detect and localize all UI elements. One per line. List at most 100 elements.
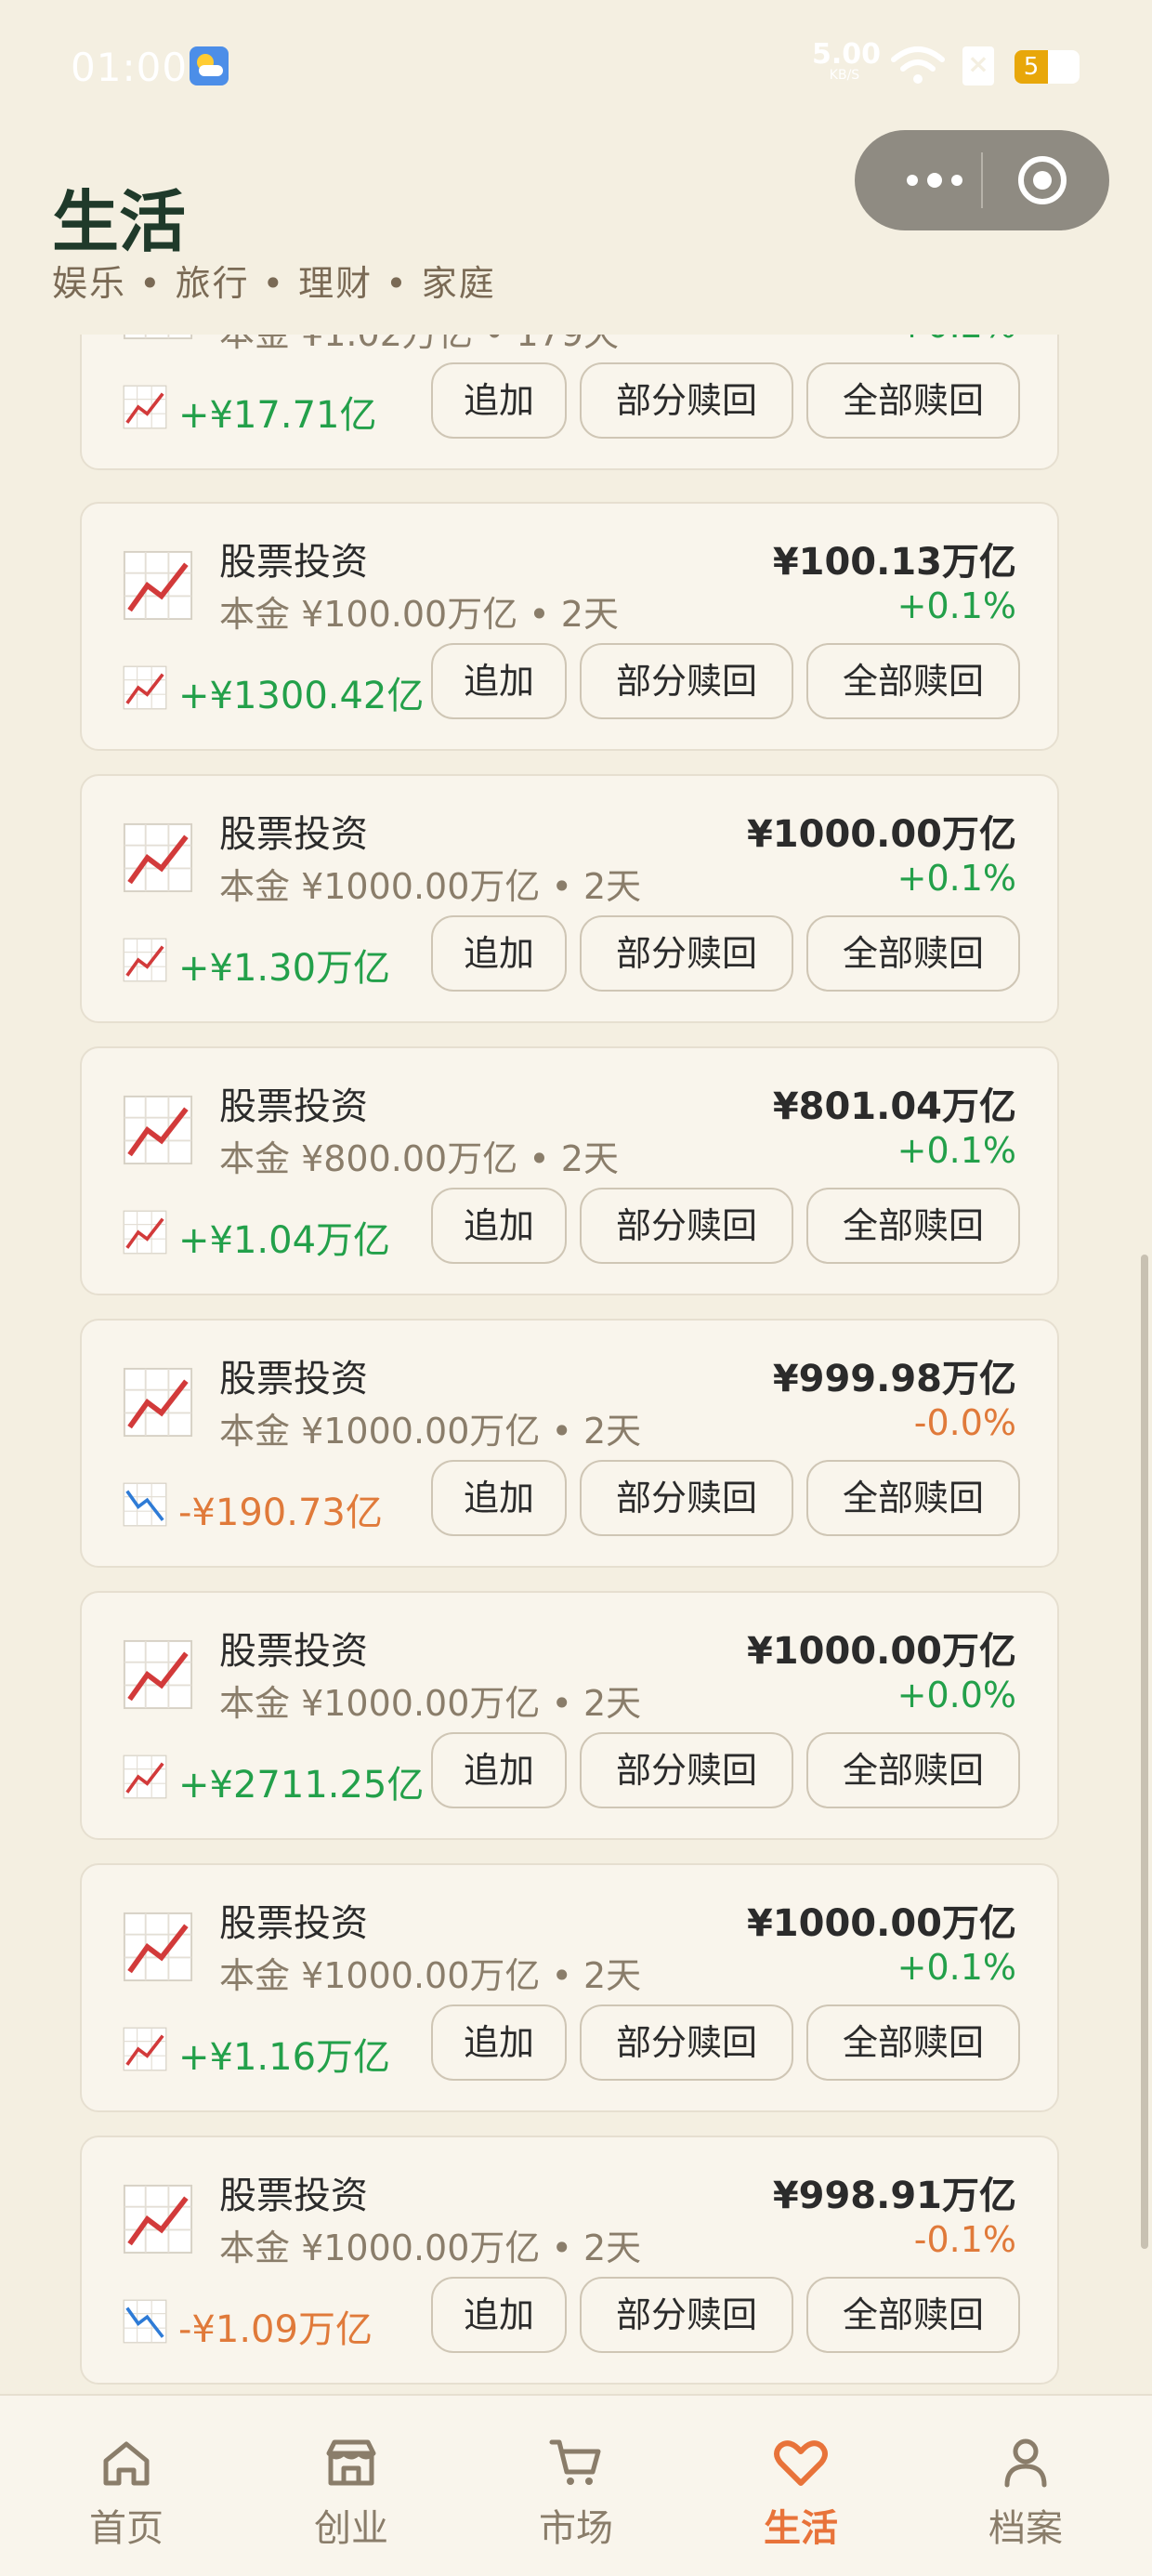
status-time: 01:00 <box>71 45 189 90</box>
partial-redeem-button[interactable]: 部分赎回 <box>580 2004 793 2081</box>
chart-down-icon <box>123 1482 167 1527</box>
investment-list[interactable]: 本金 ¥1.02万亿 • 179天+0.2%+¥17.71亿追加部分赎回全部赎回… <box>0 335 1152 2394</box>
partial-redeem-button[interactable]: 部分赎回 <box>580 1188 793 1264</box>
add-button[interactable]: 追加 <box>431 643 567 719</box>
network-speed-unit: KB/S <box>829 68 860 83</box>
add-button[interactable]: 追加 <box>431 2004 567 2081</box>
tab-profile-label: 档案 <box>988 2507 1063 2550</box>
investment-gain: +¥1300.42亿 <box>178 675 425 717</box>
chart-up-icon <box>123 665 167 710</box>
add-button[interactable]: 追加 <box>431 1460 567 1536</box>
page-subtitle: 娱乐 • 旅行 • 理财 • 家庭 <box>52 263 496 304</box>
investment-card: 股票投资本金 ¥1000.00万亿 • 2天 ¥1000.00万亿 +0.0% +¥2… <box>80 1591 1059 1840</box>
chart-up-icon <box>123 2184 193 2254</box>
full-redeem-button[interactable]: 全部赎回 <box>806 915 1020 992</box>
full-redeem-button[interactable]: 全部赎回 <box>806 1188 1020 1264</box>
store-icon <box>326 2439 376 2486</box>
add-button[interactable]: 追加 <box>431 362 567 439</box>
investment-value: ¥1000.00万亿 <box>746 1630 1016 1673</box>
investment-gain: +¥17.71亿 <box>178 394 377 437</box>
partial-redeem-button[interactable]: 部分赎回 <box>580 643 793 719</box>
investment-card: 股票投资 本金 ¥100.00万亿 • 2天 ¥100.13万亿 +0.1% +¥130… <box>80 502 1059 751</box>
investment-value: ¥801.04万亿 <box>772 1085 1016 1128</box>
page-title: 生活 <box>52 182 187 261</box>
investment-principal: 本金 ¥800.00万亿 • 2天 <box>219 1138 619 1179</box>
status-bar: 01:00 5.00 KB/S 5 <box>0 0 1152 139</box>
close-target-icon[interactable] <box>1018 156 1067 204</box>
more-icon[interactable] <box>886 130 983 230</box>
capsule-divider <box>981 152 983 208</box>
investment-value: ¥998.91万亿 <box>772 2175 1016 2217</box>
investment-principal: 本金 ¥1000.00万亿 • 2天 <box>219 1955 642 1996</box>
chart-up-icon <box>123 1639 193 1710</box>
network-speed: 5.00 KB/S <box>812 38 882 83</box>
investment-return-pct: +0.1% <box>897 585 1016 626</box>
investment-principal: 本金 ¥1000.00万亿 • 2天 <box>219 1411 642 1452</box>
tab-life[interactable]: 生活 <box>717 2433 884 2563</box>
add-button[interactable]: 追加 <box>431 1188 567 1264</box>
investment-value: ¥1000.00万亿 <box>746 813 1016 856</box>
sim-icon <box>962 46 994 85</box>
full-redeem-button[interactable]: 全部赎回 <box>806 1460 1020 1536</box>
network-speed-value: 5.00 <box>812 38 882 71</box>
investment-principal: 本金 ¥100.00万亿 • 2天 <box>219 594 619 635</box>
chart-up-icon <box>123 822 193 893</box>
add-button[interactable]: 追加 <box>431 915 567 992</box>
chart-up-icon <box>123 1367 193 1438</box>
full-redeem-button[interactable]: 全部赎回 <box>806 643 1020 719</box>
investment-name: 股票投资 <box>219 1630 368 1673</box>
investment-card: 股票投资 本金 ¥1000.00万亿 • 2天 ¥1000.00万亿 +0.1% +¥1… <box>80 1863 1059 2112</box>
investment-principal: 本金 ¥1000.00万亿 • 2天 <box>219 2228 642 2268</box>
investment-gain: +¥1.16万亿 <box>178 2036 391 2079</box>
partial-redeem-button[interactable]: 部分赎回 <box>580 915 793 992</box>
wifi-icon <box>891 46 945 84</box>
chart-up-icon <box>123 1755 167 1799</box>
cart-icon <box>549 2439 601 2485</box>
scrollbar[interactable] <box>1141 1255 1148 2249</box>
investment-gain: -¥190.73亿 <box>178 1492 383 1534</box>
investment-value: ¥100.13万亿 <box>772 541 1016 584</box>
weather-icon <box>190 46 229 85</box>
full-redeem-button[interactable]: 全部赎回 <box>806 2004 1020 2081</box>
add-button[interactable]: 追加 <box>431 1732 567 1808</box>
tab-startup[interactable]: 创业 <box>268 2433 435 2563</box>
investment-name: 股票投资 <box>219 1902 368 1945</box>
investment-card: 股票投资 本金 ¥1000.00万亿 • 2天 ¥1000.00万亿 +0.1% +¥1… <box>80 774 1059 1023</box>
chart-up-icon <box>123 1095 193 1165</box>
battery-icon: 5 <box>1015 50 1080 84</box>
partial-redeem-button[interactable]: 部分赎回 <box>580 362 793 439</box>
investment-value: ¥999.98万亿 <box>772 1358 1016 1400</box>
full-redeem-button[interactable]: 全部赎回 <box>806 1732 1020 1808</box>
investment-gain: -¥1.09万亿 <box>178 2308 373 2351</box>
partial-redeem-button[interactable]: 部分赎回 <box>580 1732 793 1808</box>
tab-startup-label: 创业 <box>314 2507 388 2550</box>
chart-up-icon <box>123 938 167 982</box>
investment-card: 股票投资 本金 ¥1000.00万亿 • 2天 ¥999.98万亿 -0.0% -¥19… <box>80 1319 1059 1568</box>
investment-return-pct: +0.0% <box>897 1675 1016 1715</box>
investment-return-pct: -0.0% <box>913 1402 1016 1443</box>
add-button[interactable]: 追加 <box>431 2277 567 2353</box>
tab-market-label: 市场 <box>539 2507 613 2550</box>
chart-up-icon <box>123 550 193 621</box>
tab-home[interactable]: 首页 <box>43 2433 210 2563</box>
investment-value: ¥1000.00万亿 <box>746 1902 1016 1945</box>
full-redeem-button[interactable]: 全部赎回 <box>806 2277 1020 2353</box>
investment-gain: +¥2711.25亿 <box>178 1764 425 1807</box>
investment-return-pct: +0.1% <box>897 858 1016 899</box>
investment-card: 本金 ¥1.02万亿 • 179天 +0.2% +¥17.71亿 追加部分赎回全部赎回 <box>80 335 1059 470</box>
home-icon <box>103 2441 150 2486</box>
partial-redeem-button[interactable]: 部分赎回 <box>580 1460 793 1536</box>
chart-up-icon <box>123 1210 167 1255</box>
investment-return-pct: -0.1% <box>913 2219 1016 2260</box>
chart-up-icon <box>123 335 193 340</box>
person-icon <box>1004 2438 1047 2488</box>
full-redeem-button[interactable]: 全部赎回 <box>806 362 1020 439</box>
investment-principal: 本金 ¥1.02万亿 • 179天 <box>219 335 619 356</box>
mini-program-capsule <box>855 130 1109 230</box>
partial-redeem-button[interactable]: 部分赎回 <box>580 2277 793 2353</box>
heart-icon <box>774 2440 828 2486</box>
tab-profile[interactable]: 档案 <box>942 2433 1109 2563</box>
tab-market[interactable]: 市场 <box>492 2433 660 2563</box>
tab-home-label: 首页 <box>89 2507 164 2550</box>
investment-principal: 本金 ¥1000.00万亿 • 2天 <box>219 1683 642 1724</box>
